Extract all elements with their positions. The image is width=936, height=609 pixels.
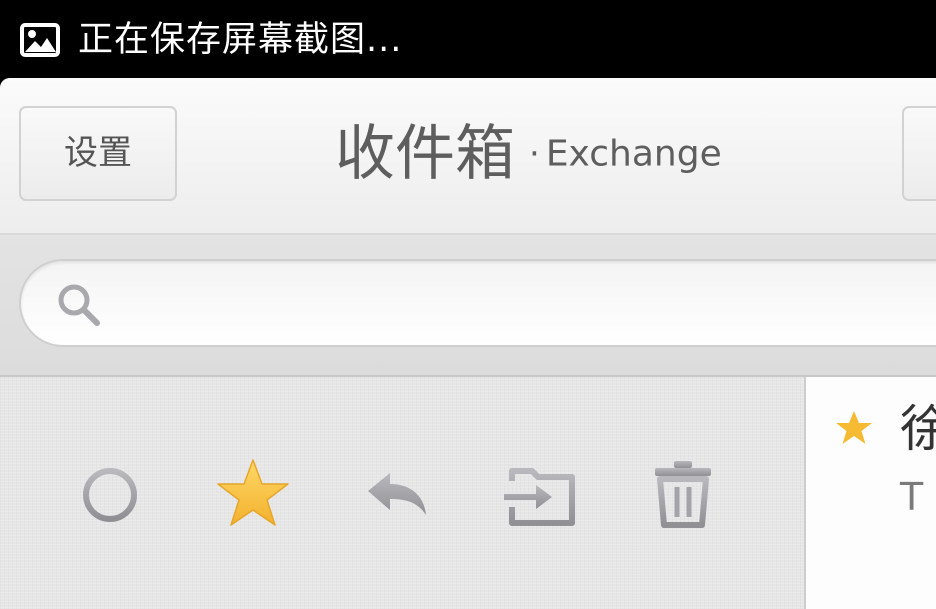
title-separator: · [529, 134, 540, 174]
search-input[interactable] [121, 275, 925, 333]
header: 设置 收件箱 · Exchange [0, 78, 936, 235]
status-bar: 正在保存屏幕截图... [0, 0, 936, 80]
search-box[interactable] [19, 259, 936, 347]
image-icon [20, 23, 60, 57]
star-icon[interactable] [834, 409, 874, 447]
search-icon [58, 284, 100, 326]
message-preview: T [900, 475, 924, 519]
search-area [0, 235, 936, 377]
sender-name: 徐 [900, 400, 936, 458]
email-app: 设置 收件箱 · Exchange 徐 T [0, 78, 936, 609]
star-icon[interactable] [214, 457, 292, 529]
reply-icon[interactable] [366, 469, 428, 519]
message-list: 徐 T [806, 377, 936, 609]
trash-icon[interactable] [652, 459, 714, 529]
mailbox-name: 收件箱 [335, 119, 515, 189]
status-message: 正在保存屏幕截图... [78, 20, 403, 60]
move-to-folder-icon[interactable] [502, 463, 578, 527]
circle-icon[interactable] [80, 465, 140, 525]
settings-button[interactable]: 设置 [19, 106, 177, 201]
page-title: 收件箱 · Exchange [335, 118, 722, 190]
message-action-bar [0, 377, 806, 609]
account-name: Exchange [545, 133, 722, 175]
compose-button[interactable] [902, 106, 936, 201]
